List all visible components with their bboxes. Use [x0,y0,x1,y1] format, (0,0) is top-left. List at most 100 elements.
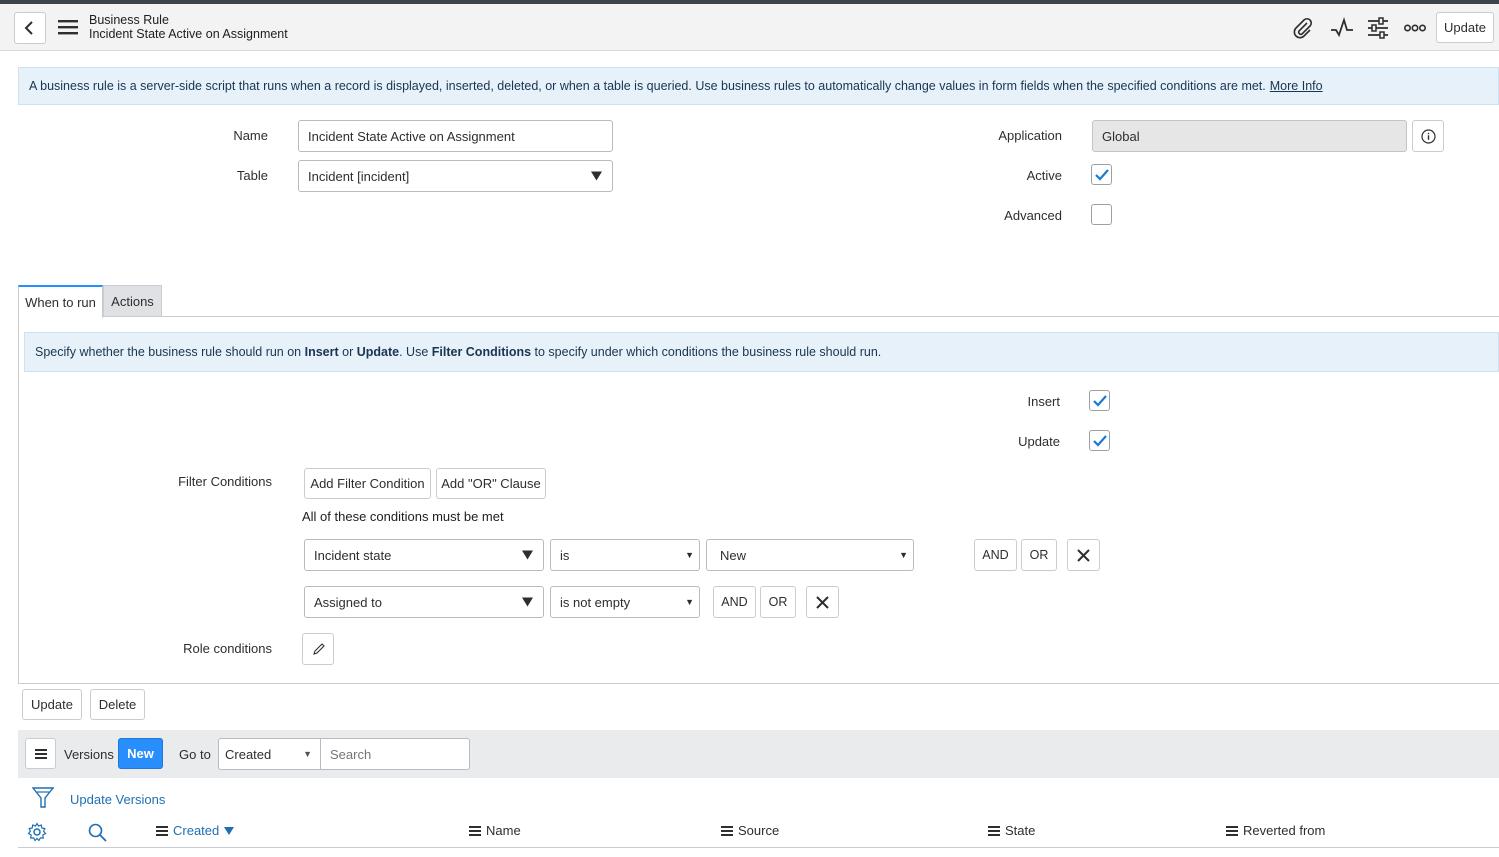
caret-down-icon: ▼ [685,550,694,560]
hamburger-menu-icon [34,747,47,761]
condition-or-button[interactable]: OR [1021,539,1057,571]
table-select-value: Incident [incident] [308,168,410,184]
caret-down-icon: ▼ [899,550,908,560]
condition-delete-button[interactable] [806,586,839,618]
ellipsis-icon [1403,24,1427,32]
condition-and-button[interactable]: AND [713,586,756,618]
advanced-label: Advanced [1004,208,1062,223]
column-label: Name [486,823,521,838]
form-header: Business Rule Incident State Active on A… [0,4,1499,51]
advanced-checkbox[interactable] [1091,204,1112,225]
more-info-link[interactable]: More Info [1270,79,1323,93]
versions-label: Versions [64,747,114,762]
goto-field-value: Created [225,746,272,762]
name-label: Name [233,128,268,143]
chevron-left-icon [24,21,33,35]
add-or-clause-button[interactable]: Add "OR" Clause [436,468,546,499]
tab-when-to-run[interactable]: When to run [18,285,103,318]
checkmark-icon [1092,394,1107,407]
caret-down-icon [522,550,533,560]
when-to-run-info: Specify whether the business rule should… [24,332,1499,372]
table-header-divider [18,847,1499,848]
column-header-reverted-from[interactable]: Reverted from [1226,823,1325,838]
application-info-button[interactable] [1412,120,1444,152]
condition-and-button[interactable]: AND [974,539,1017,571]
goto-label: Go to [179,747,211,762]
condition-field-value: Incident state [314,547,392,563]
application-label: Application [998,128,1062,143]
condition-or-button[interactable]: OR [760,586,796,618]
condition-value-select[interactable]: New ▼ [706,539,914,571]
filter-toggle-button[interactable] [31,786,55,813]
close-icon [816,595,829,609]
column-header-source[interactable]: Source [721,823,779,838]
column-header-state[interactable]: State [988,823,1035,838]
filter-conditions-label: Filter Conditions [178,474,272,489]
condition-field-select[interactable]: Assigned to [304,586,544,618]
all-conditions-text: All of these conditions must be met [302,509,504,524]
caret-down-icon [522,597,533,607]
list-menu-button[interactable] [25,738,56,769]
delete-button[interactable]: Delete [90,689,145,720]
goto-field-select[interactable]: Created ▼ [218,738,321,770]
paperclip-icon [1293,17,1313,39]
search-icon [88,823,107,842]
more-options-button[interactable] [1403,21,1427,38]
header-subtitle: Incident State Active on Assignment [89,27,288,41]
new-button[interactable]: New [118,738,163,769]
attachment-button[interactable] [1292,17,1314,42]
caret-down-icon: ▼ [685,597,694,607]
checkmark-icon [1092,434,1107,447]
edit-role-conditions-button[interactable] [302,633,334,665]
breadcrumb[interactable]: Update Versions [70,792,165,807]
personalize-button[interactable] [1367,17,1389,42]
column-header-created[interactable]: Created [156,823,235,838]
application-field: Global [1092,120,1407,152]
column-label: Reverted from [1243,823,1326,838]
active-label: Active [1026,168,1062,183]
sliders-icon [1368,17,1388,39]
update-button[interactable]: Update [22,689,82,720]
tab-actions[interactable]: Actions [103,285,162,317]
checkmark-icon [1094,168,1109,181]
caret-down-icon: ▼ [303,749,312,759]
column-menu-icon[interactable] [721,824,733,838]
back-button[interactable] [14,12,46,44]
condition-value-value: New [720,547,747,563]
column-label: Source [738,823,780,838]
list-search-input[interactable] [320,738,470,770]
add-filter-condition-button[interactable]: Add Filter Condition [304,468,431,499]
caret-down-icon [591,171,602,181]
condition-operator-select[interactable]: is not empty ▼ [550,586,700,618]
column-header-name[interactable]: Name [469,823,521,838]
form-menu-button[interactable] [58,18,78,39]
name-field[interactable]: Incident State Active on Assignment [298,120,613,152]
close-icon [1077,548,1090,562]
role-conditions-label: Role conditions [183,641,272,656]
condition-operator-value: is not empty [560,594,631,610]
table-label: Table [236,168,268,183]
column-menu-icon[interactable] [1226,824,1238,838]
column-menu-icon[interactable] [469,824,481,838]
insert-checkbox[interactable] [1089,390,1110,411]
column-menu-icon[interactable] [156,824,168,838]
condition-operator-select[interactable]: is ▼ [550,539,700,571]
condition-field-value: Assigned to [314,594,382,610]
column-label: Created [173,823,220,838]
condition-field-select[interactable]: Incident state [304,539,544,571]
active-checkbox[interactable] [1091,164,1112,185]
header-update-button[interactable]: Update [1436,12,1494,43]
hamburger-menu-icon [58,20,78,35]
insert-label: Insert [1027,394,1060,409]
list-search-toggle[interactable] [88,823,107,845]
condition-delete-button[interactable] [1067,539,1100,571]
when-info-text: Specify whether the business rule should… [35,345,882,359]
update-checkbox[interactable] [1089,430,1110,451]
list-settings-button[interactable] [27,822,47,845]
column-menu-icon[interactable] [988,824,1000,838]
funnel-icon [31,787,55,808]
activity-button[interactable] [1330,17,1354,42]
table-select[interactable]: Incident [incident] [298,160,613,192]
sort-descending-icon [224,826,235,835]
pencil-icon [312,642,325,655]
